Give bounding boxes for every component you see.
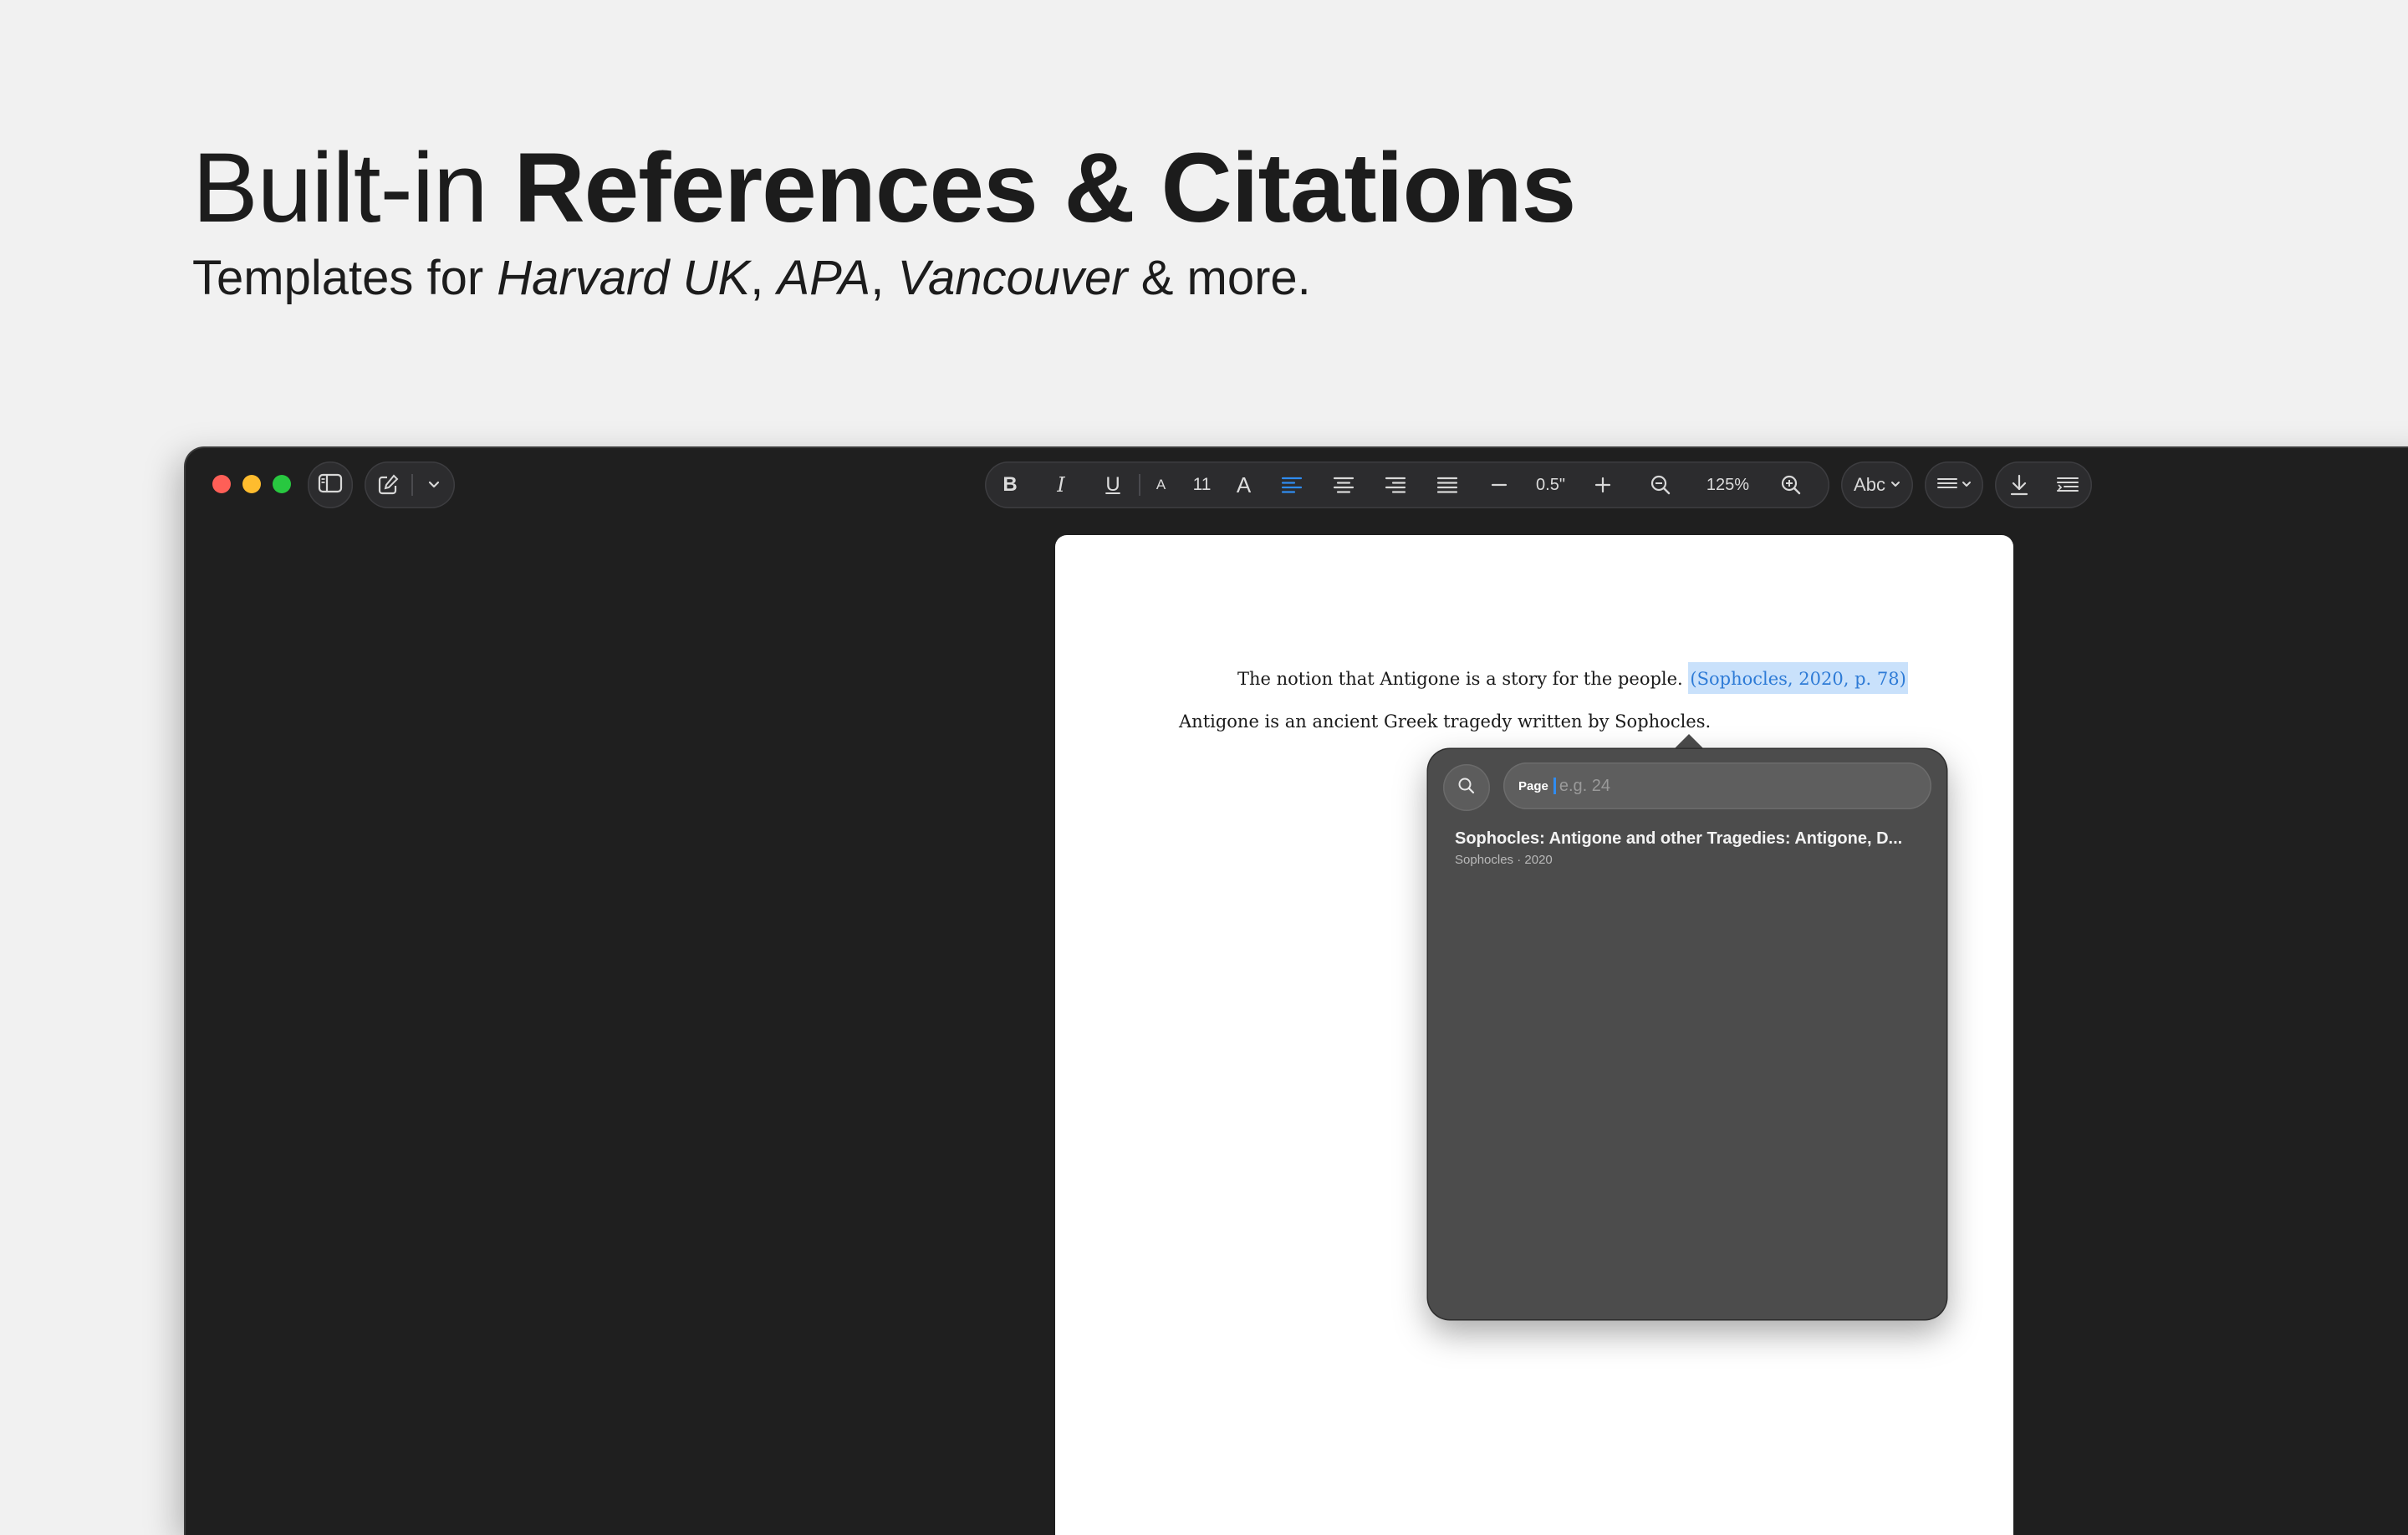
italic-button[interactable]: I: [1035, 462, 1087, 508]
zoom-out-icon: [1649, 473, 1672, 497]
compose-menu-button[interactable]: [413, 462, 455, 508]
close-window-button[interactable]: [212, 475, 231, 493]
hero-subtitle-prefix: Templates for: [192, 251, 497, 305]
sidebar-icon: [318, 473, 343, 497]
minimize-window-button[interactable]: [242, 475, 261, 493]
spelling-label: Abc: [1854, 474, 1885, 495]
search-icon: [1457, 776, 1477, 800]
justify-button[interactable]: [1421, 462, 1473, 508]
align-left-button[interactable]: [1266, 462, 1318, 508]
style-apa: APA: [777, 251, 871, 305]
hero-title-bold: References & Citations: [513, 133, 1576, 243]
compose-group: [365, 462, 455, 508]
align-center-icon: [1332, 475, 1355, 495]
font-size-field[interactable]: 11: [1182, 462, 1222, 508]
hero-title: Built-in References & Citations: [192, 133, 1576, 243]
plus-icon: [1593, 475, 1613, 495]
reference-author-year: Sophocles · 2020: [1455, 853, 1553, 867]
page-label: Page: [1518, 778, 1548, 793]
app-window: B I U A 11 A 0.5" 125% Abc: [186, 448, 2408, 1535]
zoom-in-button[interactable]: [1764, 462, 1818, 508]
style-vancouver: Vancouver: [897, 251, 1128, 305]
increase-spacing-button[interactable]: [1577, 462, 1629, 508]
zoom-window-button[interactable]: [273, 475, 291, 493]
increase-font-button[interactable]: A: [1222, 462, 1266, 508]
spelling-menu-button[interactable]: Abc: [1841, 462, 1913, 508]
citation-highlight[interactable]: (Sophocles, 2020, p. 78): [1688, 662, 1908, 694]
citation-popover: Page e.g. 24 Sophocles: Antigone and oth…: [1428, 749, 1946, 1319]
document-line-1[interactable]: The notion that Antigone is a story for …: [1237, 662, 1908, 694]
export-button[interactable]: [1995, 462, 2043, 508]
search-button[interactable]: [1443, 764, 1490, 811]
underline-button[interactable]: U: [1087, 462, 1139, 508]
hero-title-prefix: Built-in: [192, 133, 514, 243]
paragraph-style-menu-button[interactable]: [1925, 462, 1983, 508]
chevron-down-icon: [1962, 477, 1972, 492]
download-icon: [2008, 473, 2030, 497]
style-harvard: Harvard UK: [497, 251, 751, 305]
new-document-button[interactable]: [365, 462, 411, 508]
zoom-level[interactable]: 125%: [1692, 462, 1764, 508]
decrease-font-button[interactable]: A: [1140, 462, 1182, 508]
chevron-down-icon: [1890, 477, 1900, 492]
comma: ,: [870, 251, 898, 305]
align-left-icon: [1280, 475, 1303, 495]
popover-arrow: [1672, 734, 1706, 751]
format-toolbar: B I U A 11 A 0.5" 125%: [985, 462, 1829, 508]
compose-icon: [376, 473, 400, 497]
align-right-button[interactable]: [1370, 462, 1421, 508]
outline-icon: [2056, 475, 2079, 495]
decrease-spacing-button[interactable]: [1473, 462, 1525, 508]
comma: ,: [750, 251, 778, 305]
document-outline-button[interactable]: [2043, 462, 2092, 508]
zoom-out-button[interactable]: [1629, 462, 1692, 508]
align-center-button[interactable]: [1318, 462, 1370, 508]
text-caret: [1553, 778, 1556, 794]
justify-icon: [1436, 475, 1459, 495]
reference-title: Sophocles: Antigone and other Tragedies:…: [1455, 829, 1903, 848]
page-placeholder: e.g. 24: [1559, 776, 1611, 795]
page-number-input[interactable]: Page e.g. 24: [1503, 762, 1931, 809]
document-line-2[interactable]: Antigone is an ancient Greek tragedy wri…: [1179, 711, 1711, 732]
paragraph-text: The notion that Antigone is a story for …: [1237, 669, 1689, 689]
spacing-value[interactable]: 0.5": [1525, 462, 1577, 508]
hero-subtitle: Templates for Harvard UK, APA, Vancouver…: [192, 249, 1311, 308]
export-group: [1995, 462, 2092, 508]
chevron-down-icon: [427, 480, 441, 490]
sidebar-toggle-button[interactable]: [308, 462, 353, 508]
paragraph-style-icon: [1936, 476, 1958, 495]
align-right-icon: [1384, 475, 1407, 495]
minus-icon: [1489, 475, 1509, 495]
zoom-in-icon: [1779, 473, 1803, 497]
bold-button[interactable]: B: [985, 462, 1035, 508]
hero-subtitle-suffix: & more.: [1127, 251, 1311, 305]
